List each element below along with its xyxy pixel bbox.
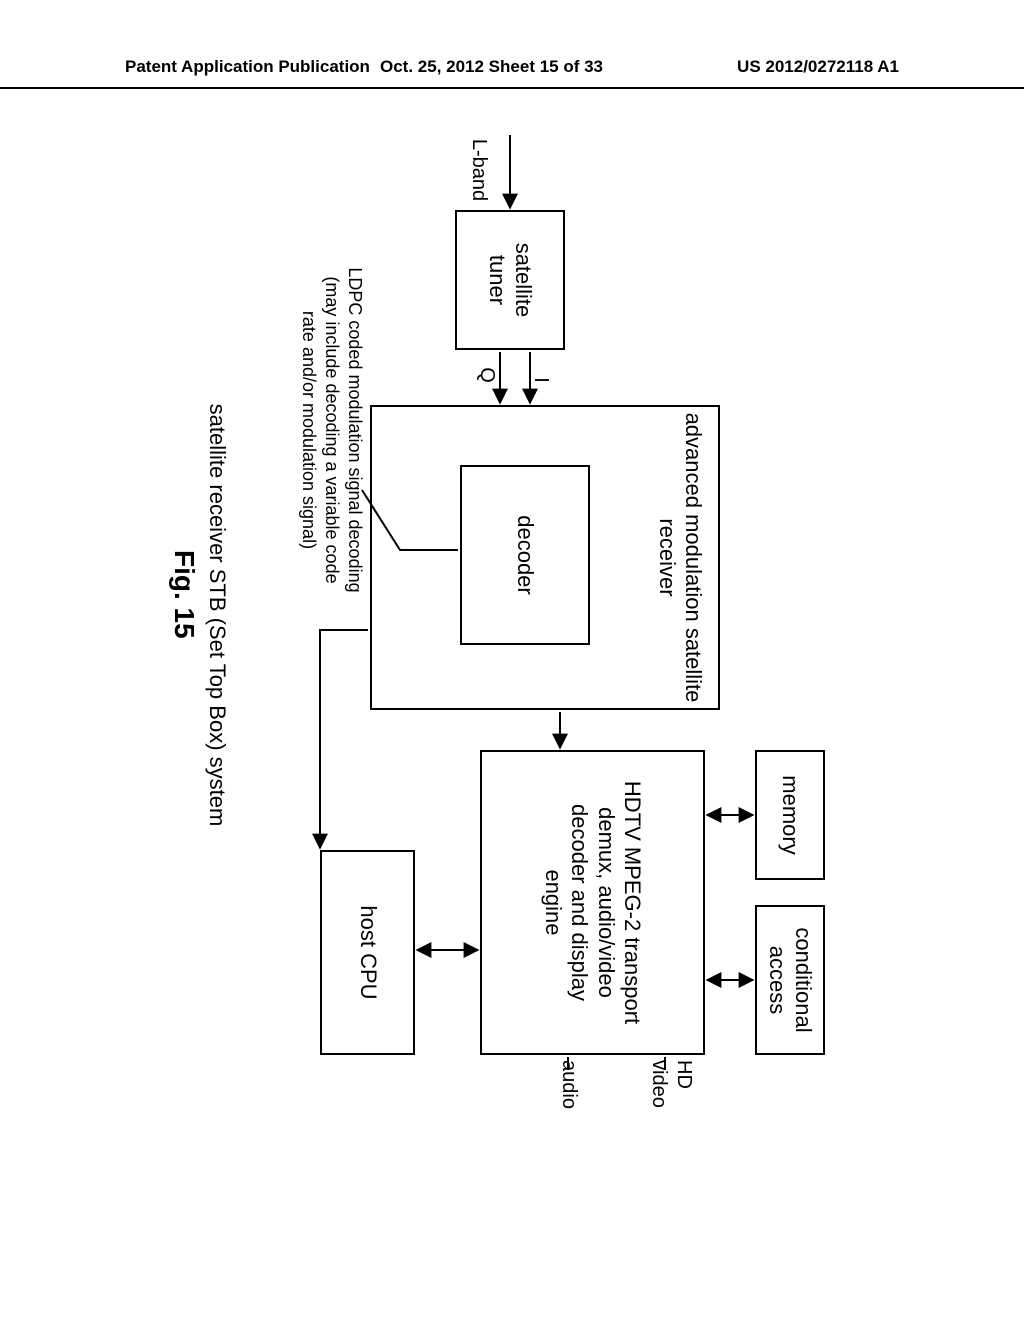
decoder-box: decoder: [460, 465, 590, 645]
conditional-access-label-2: access: [764, 927, 790, 1032]
engine-label-1: HDTV MPEG-2 transport: [619, 781, 645, 1024]
figure-number: Fig. 15: [168, 550, 200, 639]
host-cpu-label: host CPU: [354, 905, 380, 999]
audio-label: audio: [557, 1060, 580, 1130]
figure-rotated-container: satellite tuner advanced modulation sate…: [140, 130, 860, 1070]
hd-label: HD: [672, 1060, 695, 1115]
page-header: Patent Application Publication Oct. 25, …: [0, 57, 1024, 89]
header-middle: Oct. 25, 2012 Sheet 15 of 33: [380, 57, 603, 77]
q-label: Q: [475, 355, 498, 395]
header-right: US 2012/0272118 A1: [737, 57, 899, 77]
decoder-label: decoder: [512, 515, 538, 595]
memory-box: memory: [755, 750, 825, 880]
header-left: Patent Application Publication: [125, 57, 370, 77]
engine-label-3: decoder and display: [566, 781, 592, 1024]
satellite-tuner-label-2: tuner: [484, 243, 510, 318]
figure-caption-line: satellite receiver STB (Set Top Box) sys…: [204, 400, 230, 830]
satellite-tuner-label-1: satellite: [510, 243, 536, 318]
i-label: I: [529, 360, 552, 400]
engine-label-4: engine: [540, 781, 566, 1024]
satellite-tuner-box: satellite tuner: [455, 210, 565, 350]
receiver-label-2: receiver: [653, 413, 679, 703]
engine-box: HDTV MPEG-2 transport demux, audio/video…: [480, 750, 705, 1055]
conditional-access-box: conditional access: [755, 905, 825, 1055]
ldpc-note-3: rate and/or modulation signal): [298, 240, 319, 620]
conditional-access-label-1: conditional: [790, 927, 816, 1032]
receiver-label-1: advanced modulation satellite: [680, 413, 706, 703]
engine-label-2: demux, audio/video: [593, 781, 619, 1024]
video-label: video: [647, 1060, 670, 1120]
ldpc-note-1: LDPC coded modulation signal decoding: [344, 240, 365, 620]
ldpc-note-2: (may include decoding a variable code: [321, 240, 342, 620]
lband-label: L-band: [467, 130, 490, 210]
figure-inner: satellite tuner advanced modulation sate…: [140, 130, 860, 1070]
host-cpu-box: host CPU: [320, 850, 415, 1055]
memory-label: memory: [777, 775, 803, 854]
